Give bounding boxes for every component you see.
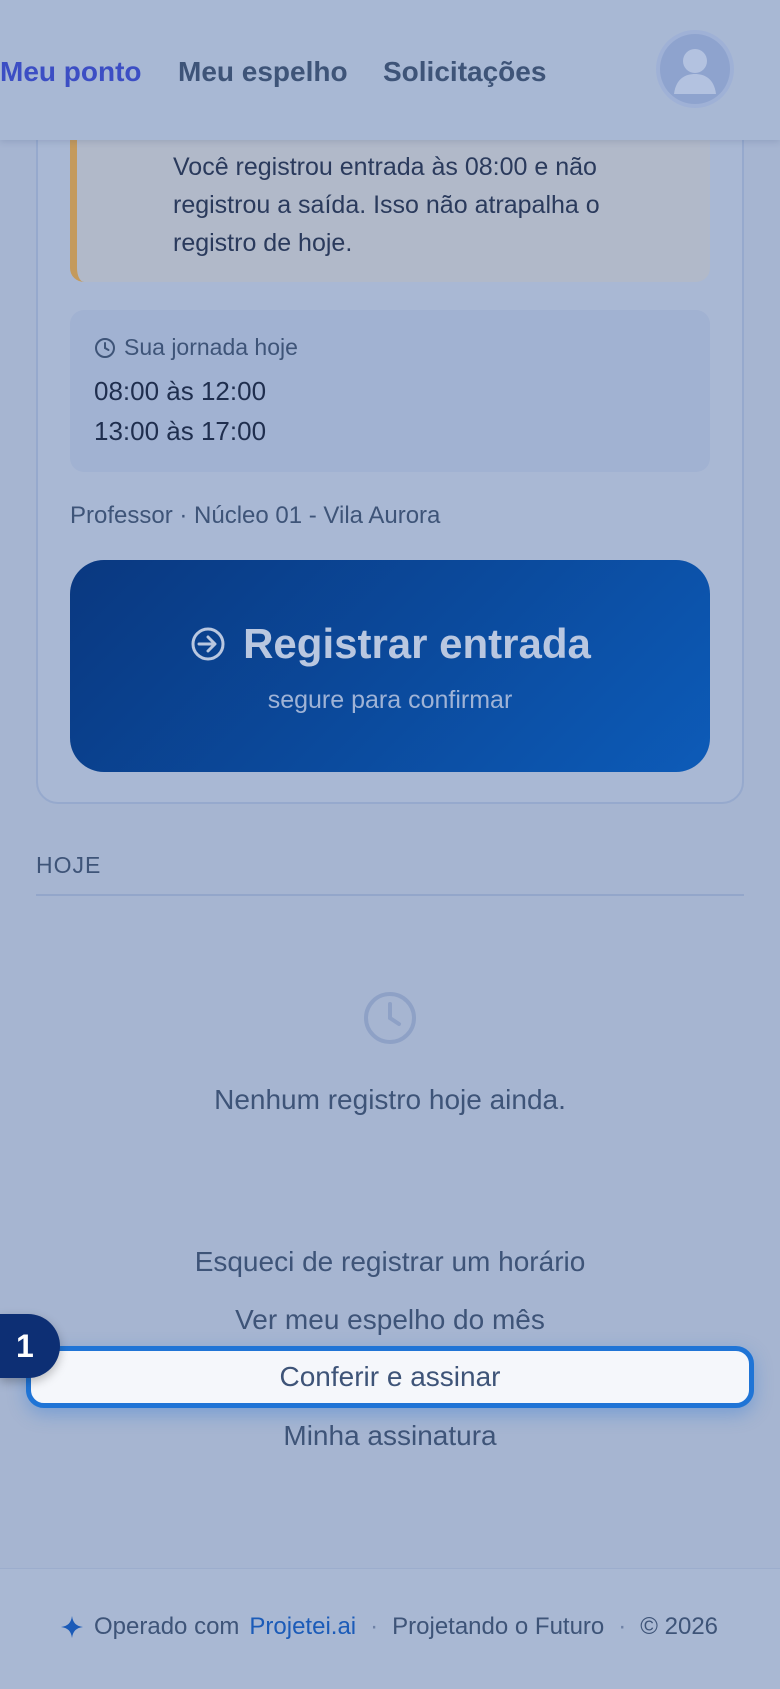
my-signature-link[interactable]: Minha assinatura <box>0 1420 780 1452</box>
user-avatar-icon <box>674 49 716 94</box>
register-entry-main: Registrar entrada <box>70 620 710 668</box>
footer: Operado com Projetei.ai · Projetando o F… <box>0 1568 780 1689</box>
today-schedule-box: Sua jornada hoje 08:00 às 12:00 13:00 às… <box>70 310 710 472</box>
top-navigation-bar: Meu ponto Meu espelho Solicitações <box>0 0 780 140</box>
clock-icon <box>364 992 416 1044</box>
nav-solicitacoes[interactable]: Solicitações <box>383 56 546 88</box>
view-monthly-mirror-link[interactable]: Ver meu espelho do mês <box>0 1304 780 1336</box>
footer-operated-prefix: Operado com <box>94 1613 240 1640</box>
role-and-unit: Professor · Núcleo 01 - Vila Aurora <box>70 502 441 529</box>
register-entry-button[interactable]: Registrar entrada segure para confirmar <box>70 560 710 772</box>
footer-slogan: Projetando o Futuro <box>392 1613 605 1640</box>
nav-meu-ponto[interactable]: Meu ponto <box>0 56 142 88</box>
schedule-title: Sua jornada hoje <box>94 334 298 361</box>
warning-text: Você registrou entrada às 08:00 e não re… <box>173 153 600 257</box>
register-entry-sublabel: segure para confirmar <box>267 686 513 714</box>
sparkle-icon <box>61 1616 83 1638</box>
forgot-register-link[interactable]: Esqueci de registrar um horário <box>0 1246 780 1278</box>
check-and-sign-button[interactable]: Conferir e assinar <box>26 1346 754 1408</box>
footer-separator: · <box>618 1613 627 1640</box>
user-avatar-button[interactable] <box>660 34 730 104</box>
today-section-label: HOJE <box>36 852 102 878</box>
footer-copyright: © 2026 <box>640 1613 719 1640</box>
footer-row: Operado com Projetei.ai · Projetando o F… <box>60 1613 718 1641</box>
section-divider <box>36 894 744 896</box>
footer-brand-link[interactable]: Projetei.ai <box>249 1613 356 1641</box>
login-arrow-icon <box>191 627 225 661</box>
schedule-title-text: Sua jornada hoje <box>124 334 298 360</box>
footer-separator: · <box>370 1613 379 1640</box>
missing-exit-warning: Você registrou entrada às 08:00 e não re… <box>70 120 710 282</box>
schedule-line-afternoon: 13:00 às 17:00 <box>94 416 267 446</box>
clock-icon <box>95 337 115 358</box>
empty-records-text: Nenhum registro hoje ainda. <box>214 1084 566 1115</box>
nav-meu-espelho[interactable]: Meu espelho <box>178 56 348 88</box>
schedule-line-morning: 08:00 às 12:00 <box>94 376 267 406</box>
register-entry-label: Registrar entrada <box>243 620 591 667</box>
